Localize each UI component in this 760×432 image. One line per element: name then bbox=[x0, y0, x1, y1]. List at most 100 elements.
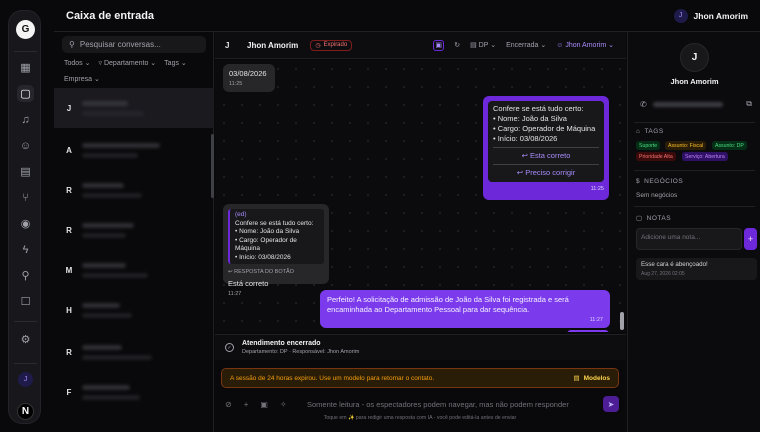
flow-icon[interactable]: ⑂ bbox=[17, 189, 34, 206]
message-bubble: 03/08/2026 11:25 bbox=[223, 64, 275, 92]
chevron-down-icon: ⌄ bbox=[180, 60, 187, 67]
building-icon[interactable]: ▤ bbox=[17, 163, 34, 180]
workspace-logo[interactable]: G bbox=[16, 20, 35, 39]
phone-icon: ✆ bbox=[640, 99, 647, 109]
note-input[interactable]: Adicione uma nota... bbox=[636, 228, 742, 250]
filter-bar: Todos ⌄ ▿ Departamento ⌄ Tags ⌄ bbox=[64, 59, 187, 67]
funnel-icon: ▿ bbox=[98, 60, 103, 67]
confirm-button[interactable]: ↩ Esta correto bbox=[493, 147, 599, 164]
broadcast-icon[interactable]: ◉ bbox=[17, 215, 34, 232]
thread-scrollbar[interactable] bbox=[620, 312, 624, 330]
filter-all[interactable]: Todos ⌄ bbox=[64, 59, 91, 67]
tag-chip[interactable]: Serviço: Abertura bbox=[682, 152, 728, 161]
chevron-down-icon: ⌄ bbox=[540, 42, 547, 49]
settings-gear-icon[interactable]: ⚙ bbox=[17, 331, 34, 348]
conversation-avatar: M bbox=[65, 265, 73, 275]
add-note-button[interactable]: + bbox=[744, 228, 757, 250]
bell-icon[interactable]: ♫ bbox=[17, 111, 34, 128]
button-reply-tag: ↩ RESPOSTA DO BOTÃO bbox=[228, 269, 294, 275]
contact-details-panel: J Jhon Amorim ✆ ⧉ ⌂ TAGS Suporte Assunto:… bbox=[627, 32, 760, 432]
integrations-icon[interactable]: ⚲ bbox=[17, 267, 34, 284]
conversation-avatar: R bbox=[66, 225, 72, 235]
user-name: Jhon Amorim bbox=[693, 10, 748, 21]
top-bar: Caixa de entrada J Jhon Amorim bbox=[54, 0, 760, 32]
closed-banner: ✓ Atendimento encerrado Departamento: DP… bbox=[215, 334, 626, 360]
template-icon: ▤ bbox=[573, 375, 580, 382]
message-bubble-buttons: Confere se está tudo certo: • Nome: João… bbox=[483, 96, 609, 200]
tag-chip[interactable]: Assunto: Fiscal bbox=[665, 141, 707, 150]
tag-chip[interactable]: Assunto: DP bbox=[712, 141, 747, 150]
conversation-item[interactable]: J bbox=[54, 88, 214, 128]
filter-department[interactable]: ▿ Departamento ⌄ bbox=[99, 59, 157, 67]
conversation-item[interactable]: F bbox=[54, 372, 214, 412]
tag-chip[interactable]: Suporte bbox=[636, 141, 661, 150]
status-select[interactable]: Encerrada ⌄ bbox=[506, 41, 546, 49]
chat-header: J Jhon Amorim ◷ Expirado ▣ ↻ ▤ DP ⌄ Encer… bbox=[215, 32, 626, 59]
search-input[interactable]: Pesquisar conversas... bbox=[80, 40, 161, 49]
conversation-item[interactable]: A bbox=[54, 130, 214, 170]
message-content: Confere se está tudo certo: • Nome: João… bbox=[488, 101, 604, 182]
reply-arrow-icon: ↩ bbox=[228, 269, 233, 275]
rail-divider bbox=[14, 321, 37, 322]
plus-icon[interactable]: + bbox=[244, 400, 249, 409]
message-input[interactable]: Somente leitura - os espectadores podem … bbox=[307, 400, 603, 409]
conversation-avatar: R bbox=[66, 347, 72, 357]
list-scrollbar[interactable] bbox=[211, 134, 214, 198]
conversation-item[interactable]: M bbox=[54, 250, 214, 290]
conversation-item[interactable]: H bbox=[54, 290, 214, 330]
current-user-avatar[interactable]: J bbox=[18, 372, 33, 387]
reply-arrow-icon: ↩ bbox=[521, 151, 528, 160]
assignee-select[interactable]: ☺ Jhon Amorim ⌄ bbox=[556, 41, 614, 49]
chevron-down-icon: ⌄ bbox=[93, 76, 100, 83]
plus-icon: + bbox=[747, 234, 754, 244]
conversation-avatar: H bbox=[66, 305, 72, 315]
chevron-down-icon: ⌄ bbox=[84, 60, 91, 67]
templates-button[interactable]: ▤ Modelos bbox=[573, 374, 610, 383]
quoted-message[interactable]: (ed) Confere se está tudo certo: • Nome:… bbox=[228, 209, 324, 264]
refresh-icon[interactable]: ↻ bbox=[454, 41, 460, 49]
search-box[interactable]: ⚲ Pesquisar conversas... bbox=[62, 36, 206, 53]
user-icon: ☺ bbox=[556, 42, 564, 49]
phone-row: ✆ ⧉ bbox=[640, 99, 752, 109]
department-select[interactable]: ▤ DP ⌄ bbox=[470, 41, 496, 49]
conversation-item[interactable]: R bbox=[54, 170, 214, 210]
contacts-icon[interactable]: ☺ bbox=[17, 137, 34, 154]
clock-icon: ◷ bbox=[315, 42, 321, 49]
attach-icon[interactable]: ⊘ bbox=[225, 400, 232, 409]
composer-tools: ⊘ + ▣ ✧ bbox=[221, 400, 307, 409]
contact-avatar-large: J bbox=[680, 43, 709, 72]
filter-tags[interactable]: Tags ⌄ bbox=[164, 59, 187, 67]
copy-icon[interactable]: ⧉ bbox=[746, 99, 752, 109]
chat-actions: ▣ ↻ ▤ DP ⌄ Encerrada ⌄ ☺ Jhon Amorim ⌄ bbox=[433, 39, 614, 51]
status-badge: ◷ Expirado bbox=[310, 39, 353, 51]
check-circle-icon: ✓ bbox=[225, 343, 234, 352]
ai-hint: Toque em ✨ para redigir uma resposta com… bbox=[323, 415, 517, 421]
tag-chip[interactable]: Prioridade Alta bbox=[636, 152, 676, 161]
contact-avatar[interactable]: J bbox=[225, 41, 239, 50]
user-avatar: J bbox=[673, 8, 688, 23]
send-button[interactable]: ➤ bbox=[603, 396, 619, 412]
contact-name[interactable]: Jhon Amorim bbox=[247, 41, 298, 50]
correct-button[interactable]: ↩ Preciso corrigir bbox=[493, 164, 599, 179]
session-expired-warning: A sessão de 24 horas expirou. Use um mod… bbox=[221, 368, 619, 388]
rail-divider bbox=[14, 51, 37, 52]
chevron-down-icon: ⌄ bbox=[608, 42, 614, 49]
chevron-down-icon: ⌄ bbox=[150, 60, 157, 67]
filter-company[interactable]: Empresa ⌄ bbox=[64, 75, 100, 83]
sparkles-icon[interactable]: ✧ bbox=[280, 400, 287, 409]
message-bubble: Perfeito! A solicitação de admissão de J… bbox=[320, 290, 610, 328]
tags-section-label: ⌂ TAGS bbox=[636, 128, 664, 135]
conversation-list-panel: ⚲ Pesquisar conversas... Todos ⌄ ▿ Depar… bbox=[54, 32, 214, 432]
conversation-avatar: A bbox=[66, 145, 72, 155]
calendar-icon[interactable]: ▣ bbox=[433, 39, 445, 51]
bolt-icon[interactable]: ϟ bbox=[17, 241, 34, 258]
inbox-icon[interactable]: ▢ bbox=[17, 85, 34, 102]
image-icon[interactable]: ▣ bbox=[260, 400, 268, 409]
conversation-item[interactable]: R bbox=[54, 210, 214, 250]
page-title: Caixa de entrada bbox=[66, 9, 155, 22]
bot-icon[interactable]: ☐ bbox=[17, 293, 34, 310]
dashboard-icon[interactable]: ▦ bbox=[17, 59, 34, 76]
send-icon: ➤ bbox=[607, 399, 615, 409]
user-menu[interactable]: J Jhon Amorim bbox=[673, 8, 748, 23]
conversation-item[interactable]: R bbox=[54, 332, 214, 372]
